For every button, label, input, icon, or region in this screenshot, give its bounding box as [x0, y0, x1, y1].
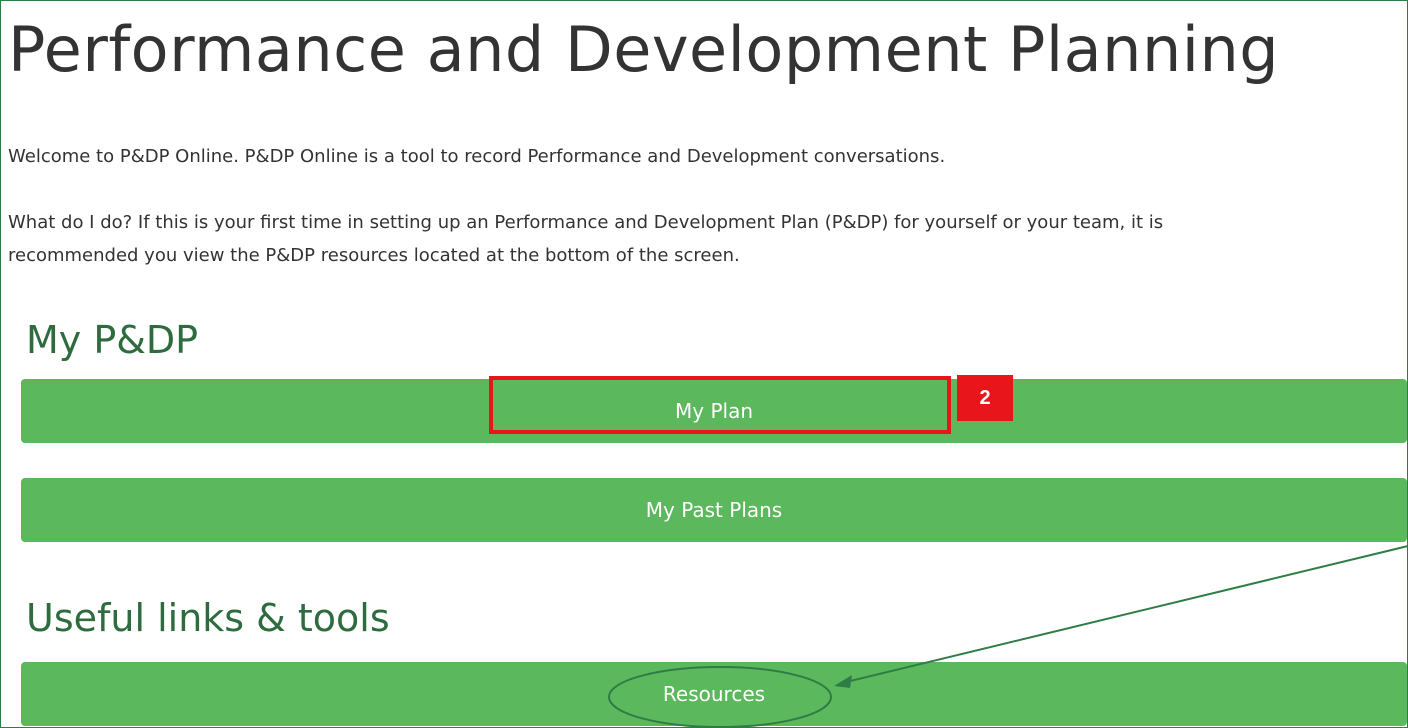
guidance-line-1: What do I do? If this is your first time…: [8, 212, 1164, 233]
resources-button[interactable]: Resources: [21, 662, 1407, 726]
my-plan-button[interactable]: My Plan: [21, 379, 1407, 443]
guidance-text: What do I do? If this is your first time…: [8, 206, 1163, 272]
my-pdp-heading: My P&DP: [26, 318, 199, 362]
resources-label: Resources: [662, 682, 766, 706]
guidance-line-2: recommended you view the P&DP resources …: [8, 245, 740, 266]
my-past-plans-label: My Past Plans: [645, 498, 783, 522]
useful-links-heading: Useful links & tools: [26, 596, 390, 640]
page-title: Performance and Development Planning: [8, 13, 1280, 86]
intro-text: Welcome to P&DP Online. P&DP Online is a…: [8, 146, 946, 167]
my-plan-label: My Plan: [675, 399, 753, 423]
my-past-plans-button[interactable]: My Past Plans: [21, 478, 1407, 542]
step-number-badge: 2: [957, 375, 1013, 421]
